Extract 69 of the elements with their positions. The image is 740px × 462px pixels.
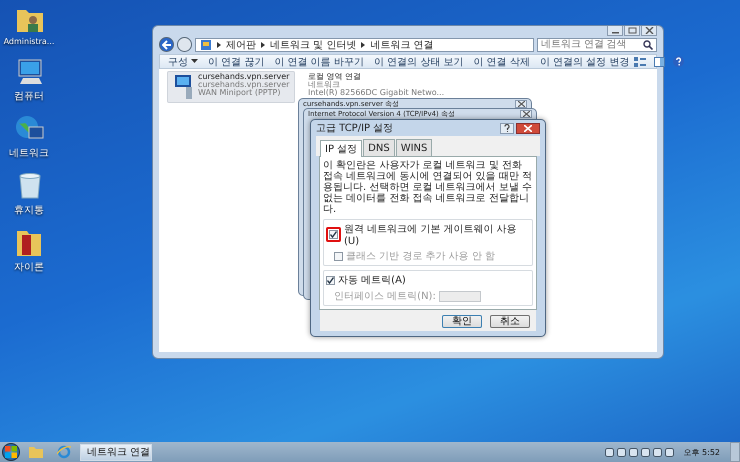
toolbar-button[interactable]: 이 연결 삭제 — [468, 54, 535, 68]
close-icon — [522, 111, 530, 117]
toolbar-button[interactable]: 이 연결 끊기 — [203, 54, 270, 68]
clock[interactable]: 오후 5:52 — [677, 446, 726, 458]
desktop-icon-label[interactable]: 네트워크 — [9, 146, 49, 160]
close-button[interactable] — [520, 110, 532, 118]
toolbar-button[interactable]: 구성 — [163, 54, 203, 68]
maximize-icon — [628, 27, 636, 34]
tab[interactable]: IP 설정 — [320, 140, 362, 157]
minimize-button[interactable] — [607, 26, 623, 36]
preview-pane-icon — [654, 56, 666, 66]
tab[interactable]: DNS — [363, 139, 395, 156]
close-icon — [518, 101, 524, 107]
breadcrumb-item[interactable]: 네트워크 및 인터넷 — [270, 38, 356, 52]
connection-device: Intel(R) 82566DC Gigabit Netwo... — [308, 89, 444, 97]
toolbar-button[interactable]: 이 연결 이름 바꾸기 — [269, 54, 369, 68]
back-arrow-icon — [162, 40, 172, 50]
check-icon — [327, 276, 334, 284]
connection-device: WAN Miniport (PPTP) — [198, 89, 280, 97]
connection-name: cursehands.vpn.server — [198, 73, 290, 81]
desktop-icon-label[interactable]: 휴지통 — [14, 203, 44, 217]
address-bar[interactable]: 제어판 네트워크 및 인터넷 네트워크 연결 — [195, 38, 534, 52]
window-title: 고급 TCP/IP 설정 — [316, 122, 394, 135]
forward-button[interactable] — [177, 37, 192, 52]
description-text: 이 확인란은 사용자가 로컬 네트워크 및 전화 접속 네트워크에 동시에 연결되어 있을 때만 적용됩니다. 선택하면 로컬 네트워크에서 보낼 수 없는 데이터를 전화 접속 네트워크로 전달합니다. — [323, 160, 533, 215]
search-icon — [643, 40, 653, 50]
checkbox-label: 원격 네트워크에 기본 게이트웨이 사용(U) — [344, 223, 518, 247]
close-button[interactable] — [641, 26, 657, 36]
check-icon — [330, 231, 337, 238]
close-button[interactable] — [516, 122, 540, 134]
desktop-icon-label[interactable]: 자이론 — [14, 260, 44, 274]
browser-icon — [57, 445, 71, 459]
windows-logo-icon — [5, 446, 17, 458]
control-panel-icon — [200, 38, 212, 50]
checkbox[interactable] — [329, 230, 338, 239]
field-label: 인터페이스 메트릭(N): — [334, 290, 436, 303]
close-button[interactable] — [515, 100, 527, 108]
ok-button[interactable]: 확인 — [442, 315, 482, 328]
tab[interactable]: WINS — [396, 139, 432, 156]
search-field[interactable]: 네트워크 연결 검색 — [537, 38, 657, 52]
network-computer-icon — [172, 73, 194, 101]
connection-status: 네트워크 — [308, 81, 340, 89]
question-icon — [504, 124, 510, 132]
view-icon — [634, 56, 646, 66]
close-icon — [524, 124, 532, 132]
start-button[interactable] — [2, 443, 20, 461]
connection-name: 로컬 영역 연결 — [308, 73, 362, 81]
checkbox-label: 클래스 기반 경로 추가 사용 안 함 — [346, 250, 496, 263]
connection-status: cursehands.vpn.server — [198, 81, 290, 89]
breadcrumb-item[interactable]: 네트워크 연결 — [370, 38, 434, 52]
checkbox-label: 자동 메트릭(A) — [338, 274, 406, 287]
chevron-icon — [360, 40, 366, 48]
maximize-button[interactable] — [624, 26, 640, 36]
chevron-icon — [216, 40, 222, 48]
checkbox[interactable] — [326, 276, 335, 284]
connection-item[interactable]: cursehands.vpn.server cursehands.vpn.server WAN Miniport (PPTP) — [167, 71, 295, 103]
breadcrumb-item[interactable]: 제어판 — [226, 38, 256, 52]
cancel-button[interactable]: 취소 — [490, 315, 530, 328]
toolbar-button[interactable]: 이 연결의 설정 변경 — [534, 54, 634, 68]
help-button[interactable] — [500, 122, 514, 134]
toolbar-button[interactable]: 이 연결의 상태 보기 — [368, 54, 468, 68]
taskbar-button[interactable]: 네트워크 연결 — [80, 444, 152, 460]
desktop-icon-label[interactable]: 컴퓨터 — [14, 89, 44, 103]
chevron-icon — [260, 40, 266, 48]
tray-icon — [605, 448, 614, 456]
folder-icon — [29, 446, 43, 458]
close-icon — [644, 27, 654, 34]
back-button[interactable] — [159, 37, 174, 52]
desktop-icon-label[interactable]: Administra... — [4, 37, 54, 46]
